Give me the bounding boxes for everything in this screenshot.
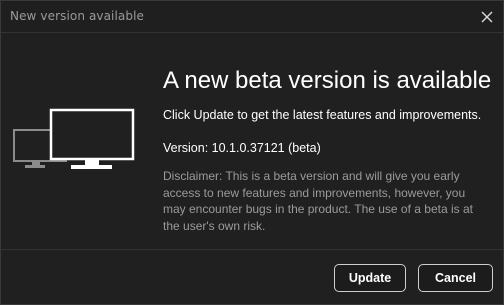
dialog-subtitle: Click Update to get the latest features … <box>163 108 482 122</box>
cancel-button[interactable]: Cancel <box>418 264 493 292</box>
window-title: New version available <box>10 9 145 23</box>
monitors-icon <box>13 107 137 173</box>
version-label: Version: 10.1.0.37121 (beta) <box>163 141 321 155</box>
title-bar: New version available <box>1 1 503 33</box>
dialog-heading: A new beta version is available <box>163 67 492 94</box>
update-button[interactable]: Update <box>334 264 406 292</box>
update-dialog: New version available A new beta version… <box>0 0 504 305</box>
close-button[interactable] <box>479 9 495 25</box>
disclaimer-text: Disclaimer: This is a beta version and w… <box>163 169 473 233</box>
close-icon <box>481 11 493 23</box>
dialog-content: A new beta version is available Click Up… <box>163 65 492 234</box>
dialog-footer: Update Cancel <box>1 249 503 304</box>
